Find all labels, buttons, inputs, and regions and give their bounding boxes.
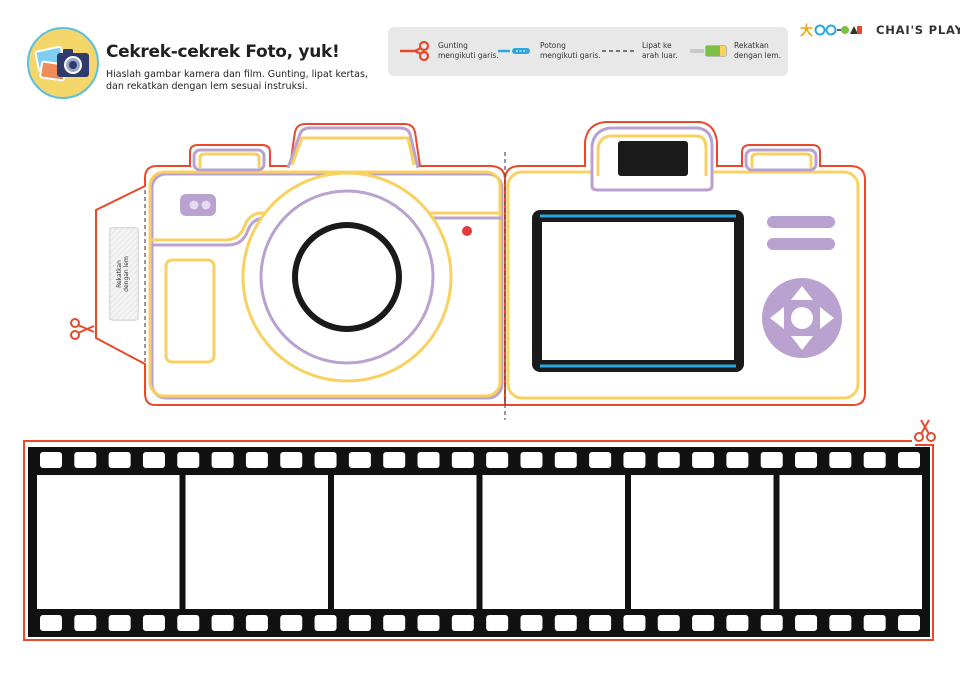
sprocket-hole <box>348 452 371 468</box>
sprocket-hole <box>177 452 200 468</box>
film-frame <box>334 475 477 609</box>
sprocket-hole <box>108 452 131 468</box>
sprocket-hole <box>554 452 577 468</box>
sprocket-hole <box>486 452 509 468</box>
film-strip <box>23 419 936 641</box>
sprocket-hole <box>692 452 715 468</box>
scissors-icon <box>914 419 936 442</box>
sprocket-hole <box>280 615 303 631</box>
sprocket-hole <box>348 615 371 631</box>
sprocket-hole <box>417 615 440 631</box>
sprocket-hole <box>280 452 303 468</box>
film-frame <box>37 475 180 609</box>
sprocket-hole <box>726 452 749 468</box>
film-frame <box>631 475 774 609</box>
sprocket-hole <box>760 452 783 468</box>
film-frame <box>482 475 625 609</box>
sprocket-hole <box>623 452 646 468</box>
sprocket-hole <box>795 615 818 631</box>
sprocket-hole <box>40 615 62 631</box>
sprocket-hole <box>142 615 165 631</box>
sprocket-hole <box>40 452 62 468</box>
sprocket-hole <box>417 452 440 468</box>
sprocket-hole <box>589 615 612 631</box>
sprocket-hole <box>108 615 131 631</box>
sprocket-hole <box>486 615 509 631</box>
sprocket-hole <box>520 452 543 468</box>
sprocket-hole <box>142 452 165 468</box>
sprocket-hole <box>383 452 406 468</box>
sprocket-hole <box>623 615 646 631</box>
sprocket-hole <box>829 452 852 468</box>
sprocket-hole <box>211 615 234 631</box>
sprocket-hole <box>74 452 97 468</box>
sprocket-hole <box>657 452 680 468</box>
sprocket-hole <box>863 452 886 468</box>
sprocket-hole <box>554 615 577 631</box>
sprocket-hole <box>657 615 680 631</box>
sprocket-hole <box>245 615 268 631</box>
sprocket-hole <box>245 452 268 468</box>
sprocket-hole <box>177 615 200 631</box>
sprocket-hole <box>451 452 474 468</box>
sprocket-hole <box>863 615 886 631</box>
sprocket-hole <box>692 615 715 631</box>
film-frame <box>779 475 922 609</box>
sprocket-hole <box>795 452 818 468</box>
sprocket-hole <box>760 615 783 631</box>
sprocket-hole <box>451 615 474 631</box>
sprocket-hole <box>829 615 852 631</box>
sprocket-hole <box>898 452 920 468</box>
sprocket-hole <box>589 452 612 468</box>
sprocket-hole <box>314 452 337 468</box>
sprocket-hole <box>520 615 543 631</box>
sprocket-hole <box>383 615 406 631</box>
sprocket-hole <box>211 452 234 468</box>
sprocket-hole <box>898 615 920 631</box>
film-frame <box>185 475 328 609</box>
sprocket-hole <box>726 615 749 631</box>
sprocket-hole <box>74 615 97 631</box>
sprocket-hole <box>314 615 337 631</box>
